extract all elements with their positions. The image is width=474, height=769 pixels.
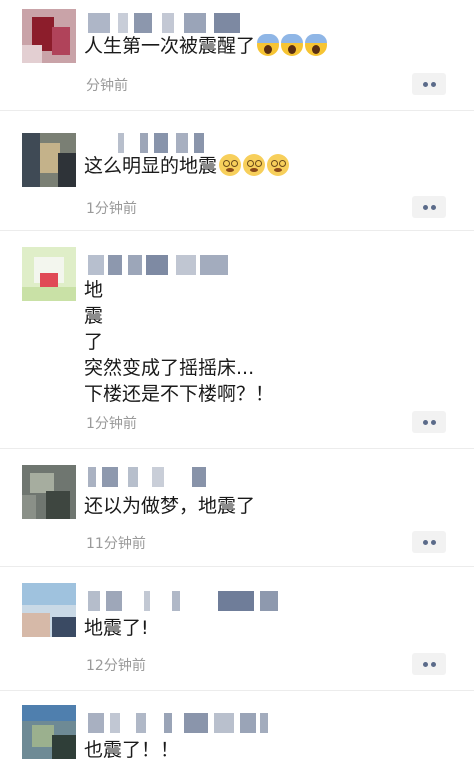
avatar[interactable] <box>22 9 76 63</box>
comment-item: 也震了！！ <box>0 690 474 769</box>
comment-item: 这么明显的地震 1分钟前 <box>0 110 474 230</box>
username-blurred[interactable] <box>88 713 278 733</box>
avatar[interactable] <box>22 465 76 519</box>
comment-item: 还以为做梦，地震了 11分钟前 <box>0 448 474 566</box>
username-blurred[interactable] <box>88 255 238 275</box>
username-blurred[interactable] <box>88 591 288 611</box>
comment-text: 也震了！！ <box>84 739 180 761</box>
dizzy-face-icon <box>243 154 266 176</box>
comment-text: 地震了! <box>84 617 149 639</box>
avatar[interactable] <box>22 133 76 187</box>
comment-text: 地 震 了 突然变成了摇摇床... 下楼还是不下楼啊？！ <box>84 279 275 405</box>
avatar[interactable] <box>22 247 76 301</box>
more-options-button[interactable] <box>412 73 446 95</box>
comment-item: 人生第一次被震醒了 分钟前 <box>0 0 474 110</box>
more-options-button[interactable] <box>412 531 446 553</box>
comment-feed: 人生第一次被震醒了 分钟前 这么明显的地震 1分钟前 地 震 了 突然变成了摇摇… <box>0 0 474 769</box>
comment-item: 地震了! 12分钟前 <box>0 566 474 690</box>
comment-text: 人生第一次被震醒了 <box>84 33 328 59</box>
avatar[interactable] <box>22 705 76 759</box>
timestamp: 1分钟前 <box>86 201 137 217</box>
comment-text: 还以为做梦，地震了 <box>84 495 256 517</box>
timestamp: 11分钟前 <box>86 536 146 552</box>
timestamp: 1分钟前 <box>86 416 137 432</box>
comment-item: 地 震 了 突然变成了摇摇床... 下楼还是不下楼啊？！ 1分钟前 <box>0 230 474 448</box>
face-screaming-in-fear-icon <box>257 34 280 56</box>
comment-text: 这么明显的地震 <box>84 153 290 179</box>
username-blurred[interactable] <box>88 13 248 33</box>
timestamp: 12分钟前 <box>86 658 146 674</box>
username-blurred[interactable] <box>88 133 208 153</box>
dizzy-face-icon <box>267 154 290 176</box>
face-screaming-in-fear-icon <box>305 34 328 56</box>
timestamp: 分钟前 <box>86 78 128 94</box>
more-options-button[interactable] <box>412 196 446 218</box>
more-options-button[interactable] <box>412 411 446 433</box>
dizzy-face-icon <box>219 154 242 176</box>
username-blurred[interactable] <box>88 467 218 487</box>
face-screaming-in-fear-icon <box>281 34 304 56</box>
more-options-button[interactable] <box>412 653 446 675</box>
avatar[interactable] <box>22 583 76 637</box>
